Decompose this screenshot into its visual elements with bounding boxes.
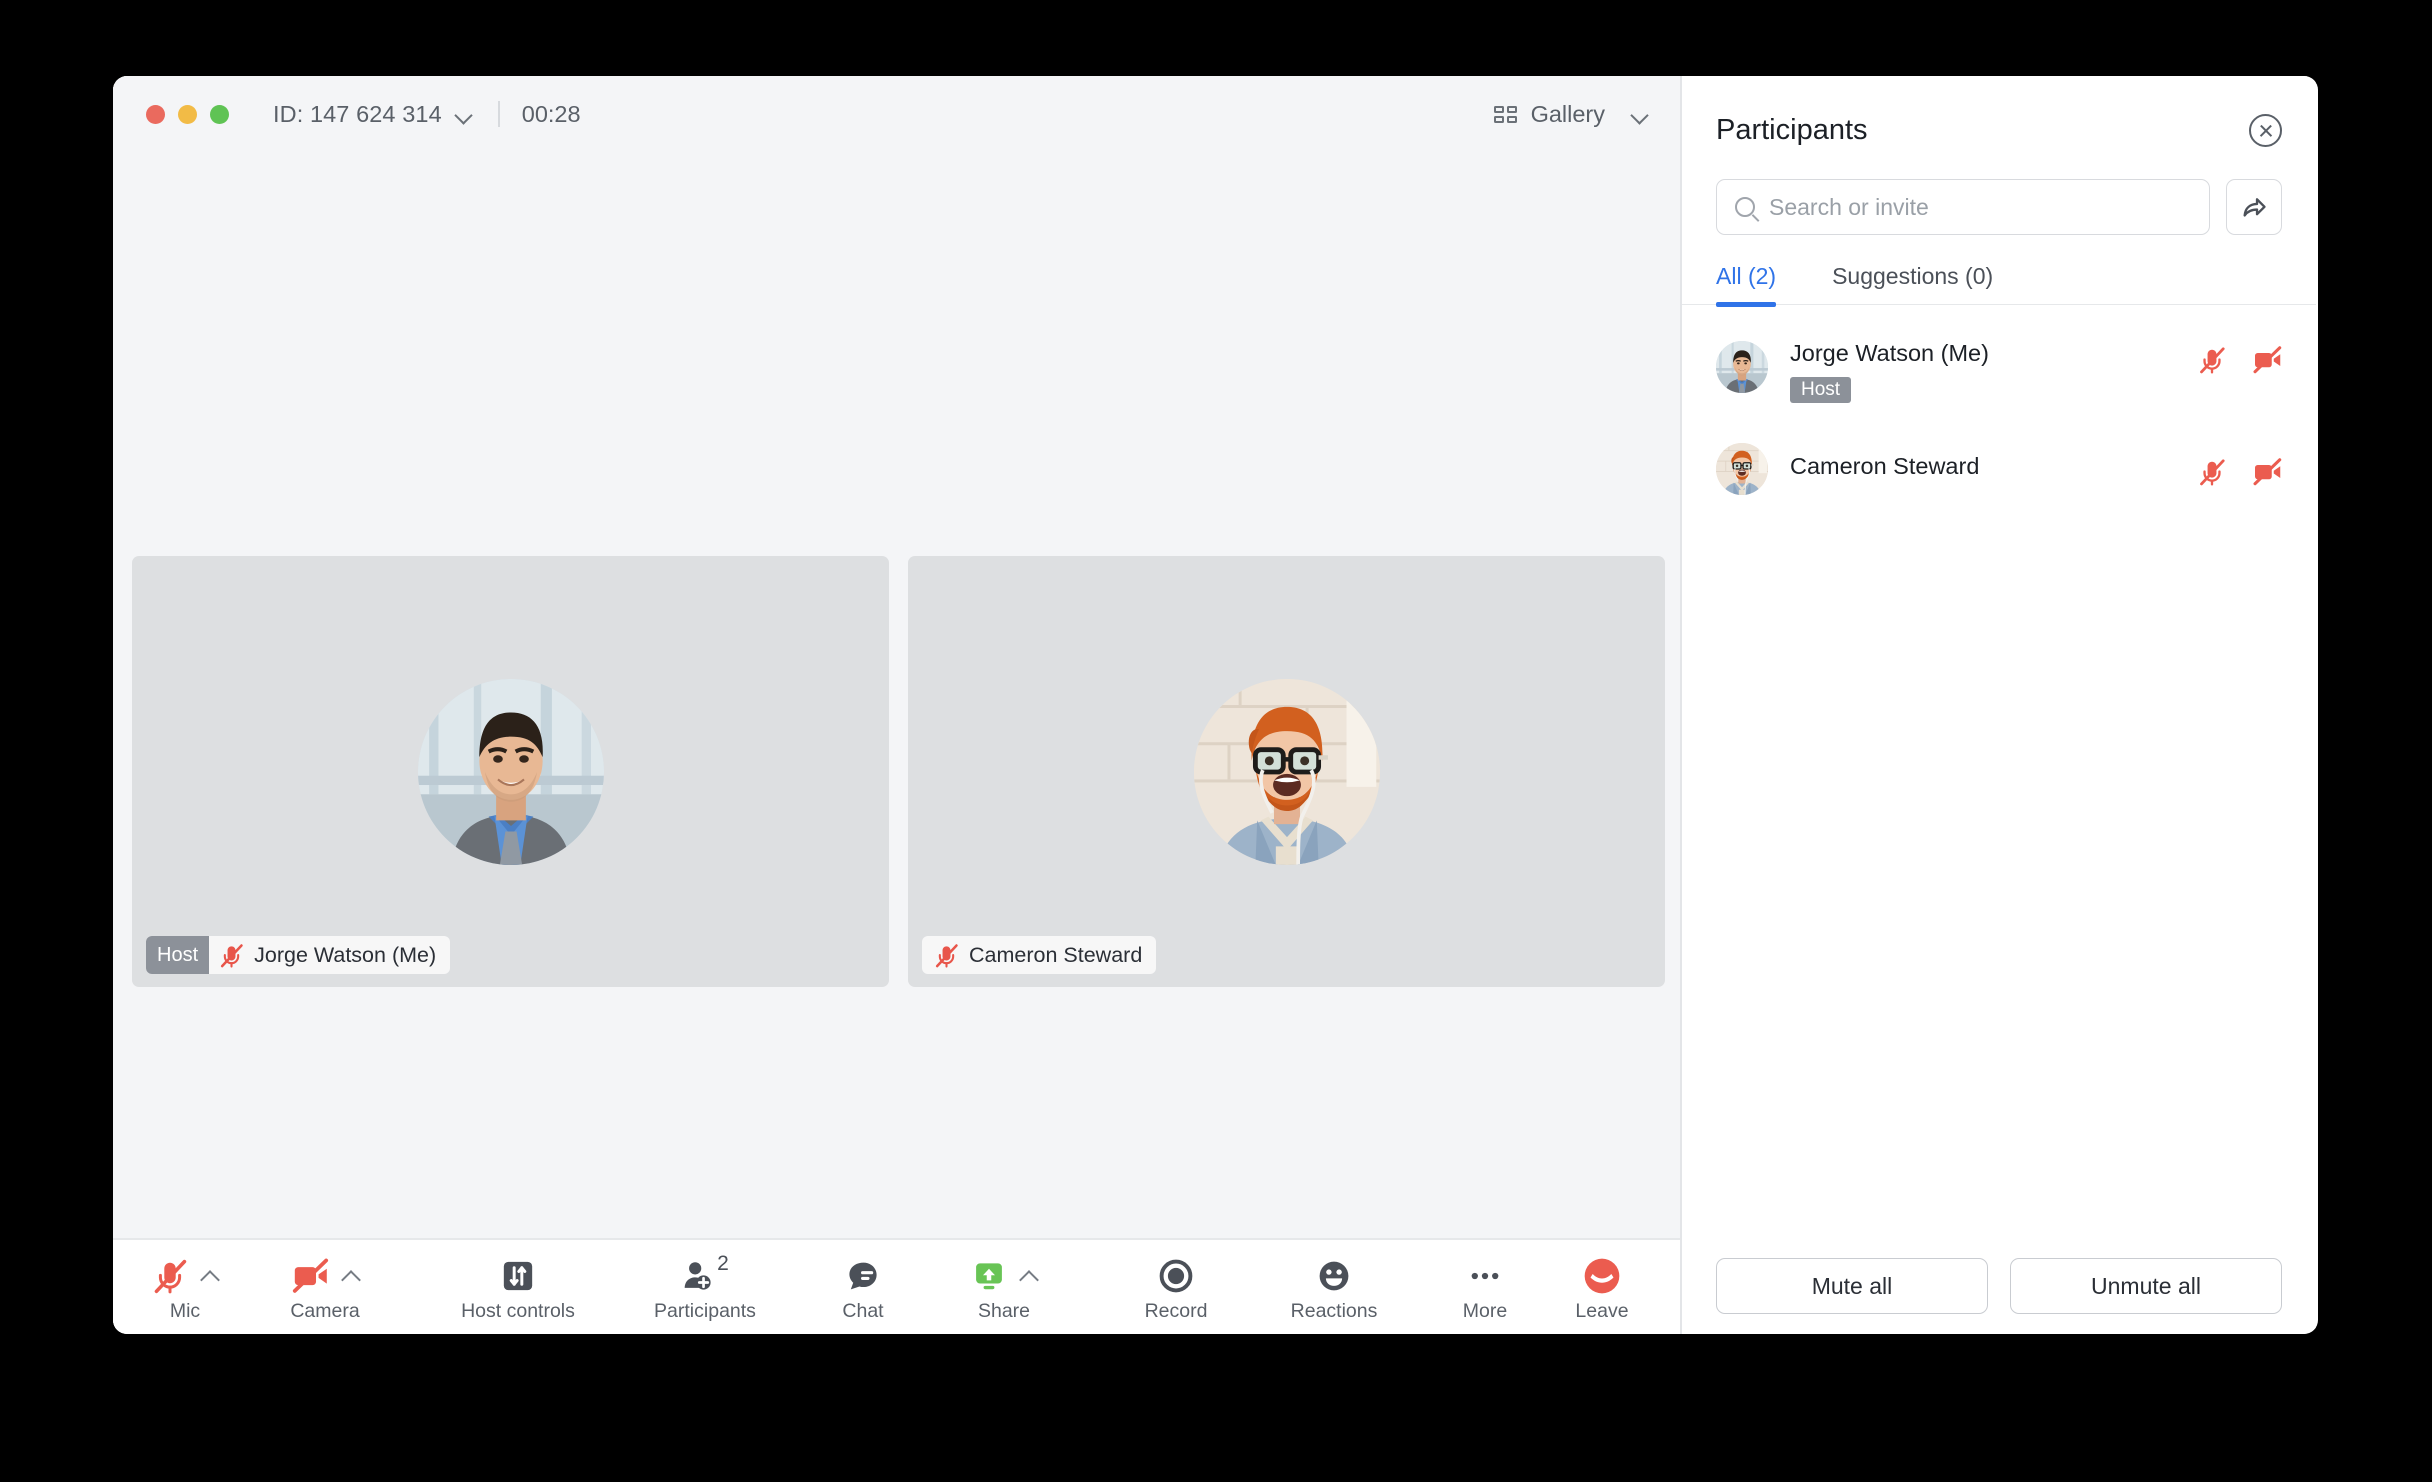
participant-info: Cameron Steward [1790, 452, 2198, 481]
meeting-timer: 00:28 [521, 100, 581, 127]
search-row [1682, 147, 2316, 235]
participant-status-icons [2198, 345, 2282, 375]
more-button-label: More [1462, 1299, 1508, 1322]
sliders-icon [503, 1261, 533, 1290]
participants-count-badge: 2 [717, 1251, 729, 1275]
meeting-id-dropdown-icon[interactable] [456, 109, 474, 120]
mic-off-icon [154, 1259, 186, 1294]
chat-bubble-icon [849, 1262, 877, 1289]
camera-off-icon[interactable] [2252, 345, 2282, 375]
search-icon [1735, 197, 1755, 217]
participants-button[interactable]: 2 Participants [635, 1240, 775, 1334]
meeting-id-label: ID: 147 624 314 [273, 100, 442, 127]
participants-panel-header: Participants [1682, 76, 2316, 147]
titlebar-divider [497, 101, 500, 127]
meeting-window: ID: 147 624 314 00:28 Gallery Host Jorge… [113, 76, 2318, 1334]
avatar [418, 679, 604, 865]
grid-icon [1493, 102, 1518, 127]
tab-all[interactable]: All (2) [1716, 263, 1777, 307]
tile-name-chip: Host Jorge Watson (Me) [146, 936, 451, 974]
camera-off-icon[interactable] [2252, 457, 2282, 487]
mute-all-button[interactable]: Mute all [1716, 1258, 1988, 1314]
video-tile[interactable]: Cameron Steward [908, 556, 1665, 987]
status-badge: Host [1790, 377, 1852, 404]
list-item[interactable]: Cameron Steward [1716, 415, 2282, 507]
chat-button-label: Chat [842, 1299, 884, 1322]
smiley-icon [1319, 1261, 1349, 1290]
camera-options-chevron-up-icon[interactable] [341, 1270, 360, 1282]
share-button[interactable]: Share [951, 1240, 1057, 1334]
participants-list: Jorge Watson (Me) Host Cameron Steward [1682, 305, 2316, 1238]
list-item[interactable]: Jorge Watson (Me) Host [1716, 327, 2282, 415]
participant-name: Jorge Watson (Me) [1790, 340, 1989, 366]
maximize-window-button[interactable] [210, 104, 229, 124]
record-button[interactable]: Record [1123, 1240, 1229, 1334]
end-call-icon [1584, 1258, 1620, 1293]
record-circle-icon [1159, 1259, 1193, 1292]
participants-button-label: Participants [654, 1299, 756, 1322]
view-mode-label: Gallery [1530, 100, 1605, 127]
add-person-icon [684, 1261, 711, 1290]
record-button-label: Record [1144, 1299, 1208, 1322]
leave-button[interactable]: Leave [1554, 1240, 1650, 1334]
reactions-button[interactable]: Reactions [1271, 1240, 1397, 1334]
camera-button[interactable]: Camera [273, 1240, 377, 1334]
host-badge: Host [146, 936, 210, 974]
invite-button[interactable] [2226, 179, 2282, 235]
video-tile[interactable]: Host Jorge Watson (Me) [132, 556, 889, 987]
mic-button-label: Mic [169, 1299, 201, 1322]
host-controls-label: Host controls [461, 1299, 575, 1322]
leave-button-label: Leave [1575, 1299, 1629, 1322]
camera-button-label: Camera [290, 1299, 360, 1322]
close-icon[interactable] [2249, 114, 2282, 147]
chat-button[interactable]: Chat [817, 1240, 909, 1334]
meeting-toolbar: Mic Camera Host controls 2 Participants … [113, 1238, 1680, 1334]
host-controls-button[interactable]: Host controls [443, 1240, 593, 1334]
participant-status-icons [2198, 457, 2282, 487]
avatar [1194, 679, 1380, 865]
page-title: Participants [1716, 114, 1868, 146]
mic-off-icon[interactable] [2198, 458, 2226, 487]
search-input[interactable] [1769, 193, 2191, 221]
window-titlebar: ID: 147 624 314 00:28 Gallery [113, 76, 1680, 152]
participants-panel-footer: Mute all Unmute all [1682, 1238, 2316, 1334]
close-window-button[interactable] [146, 104, 165, 124]
unmute-all-button[interactable]: Unmute all [2010, 1258, 2282, 1314]
tab-suggestions[interactable]: Suggestions (0) [1832, 263, 1993, 304]
share-button-label: Share [977, 1299, 1031, 1322]
mic-options-chevron-up-icon[interactable] [200, 1270, 219, 1282]
more-button[interactable]: More [1439, 1240, 1531, 1334]
video-stage: Host Jorge Watson (Me) Cameron Steward [113, 152, 1680, 1238]
camera-off-icon [292, 1258, 329, 1293]
search-box[interactable] [1716, 179, 2210, 235]
avatar [1716, 443, 1768, 496]
participants-tabs: All (2) Suggestions (0) [1682, 263, 2316, 307]
tile-participant-name: Jorge Watson (Me) [254, 942, 437, 967]
view-mode-chevron-down-icon[interactable] [1632, 109, 1650, 120]
participant-name: Cameron Steward [1790, 453, 1980, 480]
share-screen-icon [975, 1262, 1002, 1289]
tile-participant-name: Cameron Steward [969, 942, 1143, 967]
view-mode-button[interactable]: Gallery [1489, 95, 1654, 134]
mic-off-icon [219, 943, 244, 968]
mic-off-icon [934, 943, 959, 968]
mic-button[interactable]: Mic [139, 1240, 231, 1334]
ellipsis-icon [1471, 1272, 1499, 1279]
participant-info: Jorge Watson (Me) Host [1790, 339, 2198, 404]
traffic-light-buttons[interactable] [146, 104, 229, 124]
avatar [1716, 341, 1768, 393]
mic-off-icon[interactable] [2198, 346, 2226, 374]
tile-name-chip: Cameron Steward [922, 936, 1157, 974]
meeting-main-area: ID: 147 624 314 00:28 Gallery Host Jorge… [113, 76, 1682, 1334]
share-arrow-icon [2243, 198, 2266, 217]
minimize-window-button[interactable] [178, 104, 197, 124]
share-options-chevron-up-icon[interactable] [1019, 1270, 1038, 1282]
reactions-button-label: Reactions [1290, 1299, 1378, 1322]
participants-panel: Participants All (2) Suggestions (0) [1682, 76, 2316, 1334]
